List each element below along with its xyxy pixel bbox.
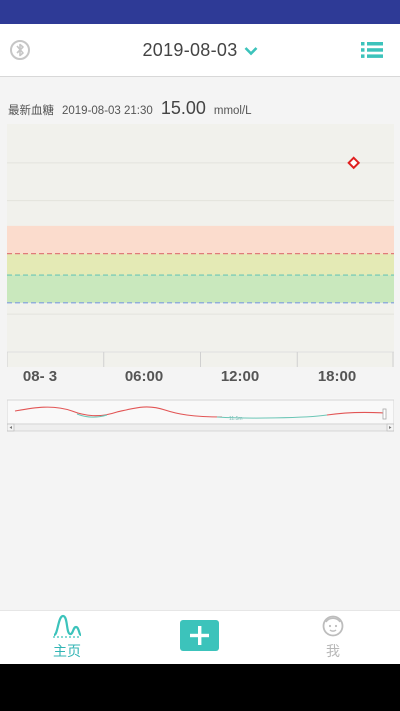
overview-label: 11.5m xyxy=(229,416,243,422)
tab-home[interactable]: 主页 xyxy=(40,613,94,663)
face-icon xyxy=(322,615,344,637)
date-label: 2019-08-03 xyxy=(142,39,238,60)
latest-unit: mmol/L xyxy=(213,105,252,117)
x-tick-label: 18:00 xyxy=(317,368,357,385)
x-tick-label: 12:00 xyxy=(220,368,260,385)
range-band xyxy=(7,275,394,303)
system-nav-bar xyxy=(0,664,400,711)
overview-svg: 11.5m xyxy=(7,399,394,432)
overview-frame xyxy=(7,399,394,425)
tab-home-label: 主页 xyxy=(53,643,81,659)
date-selector[interactable]: 2019-08-03 xyxy=(0,24,400,76)
tab-me-label: 我 xyxy=(326,643,340,659)
list-icon[interactable] xyxy=(361,41,383,59)
x-tick-label: 06:00 xyxy=(124,368,164,385)
content-area xyxy=(0,432,400,610)
overview-scrollbar[interactable]: 11.5m xyxy=(7,398,394,432)
latest-value: 15.00 xyxy=(160,98,206,118)
wave-home-icon xyxy=(53,614,82,638)
top-bar: 2019-08-03 xyxy=(0,24,400,77)
range-band xyxy=(7,225,394,254)
plus-icon xyxy=(190,626,209,645)
add-record-button[interactable] xyxy=(180,620,219,651)
chevron-down-icon xyxy=(244,47,257,56)
glucose-chart-svg xyxy=(7,156,394,367)
latest-label: 最新血糖 xyxy=(8,105,54,117)
x-tick-label: 08- 3 xyxy=(22,368,58,385)
range-band xyxy=(7,253,394,276)
overview-handle xyxy=(382,408,387,420)
bottom-tab-bar: 主页 我 xyxy=(0,610,400,665)
latest-reading: 最新血糖 2019-08-03 21:30 15.00 mmol/L xyxy=(8,98,252,126)
status-bar xyxy=(0,0,400,24)
glucose-chart[interactable] xyxy=(7,124,394,367)
tab-me[interactable]: 我 xyxy=(306,613,360,663)
x-axis: 08- 3 06:00 12:00 18:00 xyxy=(7,366,394,396)
latest-timestamp: 2019-08-03 21:30 xyxy=(62,105,153,117)
overview-track xyxy=(7,423,394,432)
glucose-point xyxy=(347,156,361,170)
